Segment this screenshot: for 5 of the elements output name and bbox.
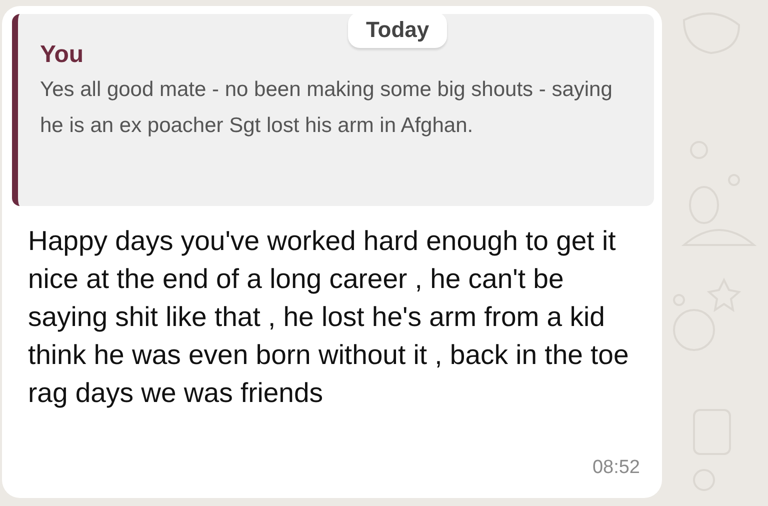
message-text: Happy days you've worked hard enough to get it nice at the end of a long career , he can't be saying shit like that , he lost he's arm from a kid think he was even born without it , back in the toe rag days we was friends [28, 224, 630, 410]
quoted-text: Yes all good mate - no been making some big shouts - saying he is an ex poacher Sgt lost his arm in Afghan. [40, 77, 614, 139]
date-chip: Today [348, 12, 448, 48]
message-time: 08:52 [592, 456, 640, 480]
quote-author: You [40, 40, 84, 70]
